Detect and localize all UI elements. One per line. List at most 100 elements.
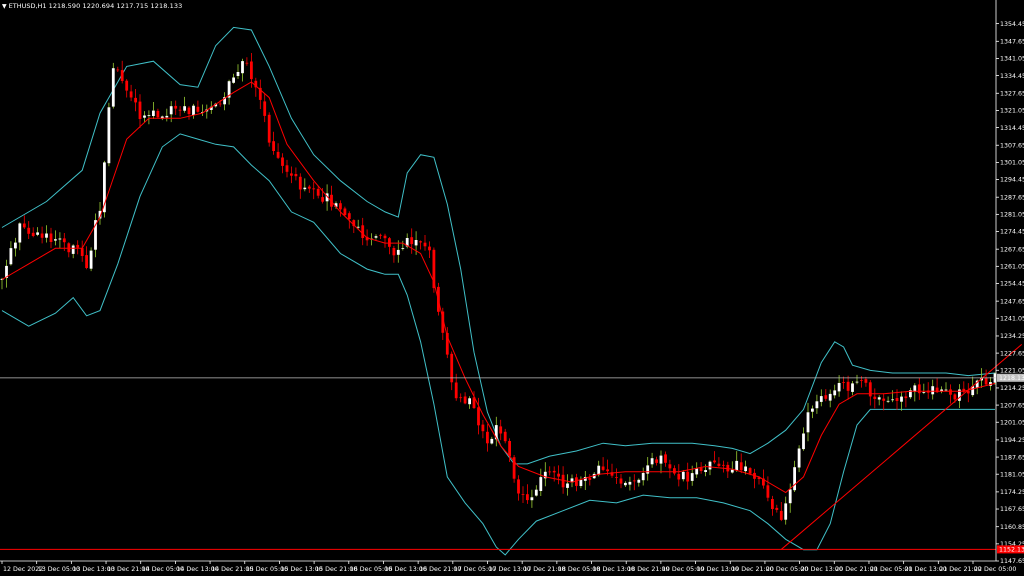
support-price-label: 1152.135 — [999, 547, 1024, 554]
candle-body — [125, 80, 129, 91]
candle-body — [22, 223, 26, 228]
candle-body — [463, 396, 467, 404]
candle-body — [530, 497, 534, 501]
candle-body — [917, 384, 921, 394]
candle-body — [374, 236, 378, 238]
candle-body — [744, 466, 747, 472]
price-chart[interactable]: 1354.450 1347.650 1341.050 1334.450 1327.650… — [0, 0, 1024, 576]
price-tick-label: 1247.650 — [1000, 298, 1024, 305]
candle-body — [819, 396, 823, 402]
candle-body — [392, 248, 396, 256]
candle-body — [80, 248, 84, 256]
candle-body — [637, 479, 641, 483]
candle-body — [846, 381, 850, 391]
candle-body — [802, 433, 805, 450]
candle-body — [534, 489, 538, 496]
price-tick-label: 1281.050 — [1000, 212, 1024, 219]
candle-body — [459, 397, 463, 399]
candle-body — [517, 479, 520, 494]
price-tick-label: 1227.650 — [1000, 350, 1024, 357]
price-tick-label: 1147.650 — [1000, 558, 1024, 565]
candle-body — [307, 186, 311, 189]
candle-body — [766, 485, 770, 498]
candle-body — [793, 467, 796, 491]
price-tick-label: 1174.250 — [1000, 489, 1024, 496]
candle-body — [316, 188, 320, 196]
price-tick-label: 1267.650 — [1000, 246, 1024, 253]
candle-body — [824, 395, 828, 399]
price-tick-label: 1194.250 — [1000, 437, 1024, 444]
candle-body — [673, 468, 676, 474]
candle-body — [931, 386, 935, 395]
candle-body — [730, 469, 734, 473]
candle-body — [267, 114, 271, 143]
candle-body — [138, 101, 142, 119]
chart-window[interactable]: 1354.450 1347.650 1341.050 1334.450 1327.650… — [0, 0, 1024, 576]
candle-body — [784, 503, 788, 520]
candle-body — [347, 213, 351, 219]
candle-body — [477, 407, 480, 426]
candle-body — [67, 243, 71, 253]
chart-ohlc-values: 1218.590 1220.694 1217.715 1218.133 — [48, 2, 183, 10]
time-axis[interactable]: 12 Dec 202213 Dec 05:0013 Dec 13:0013 De… — [0, 560, 1016, 573]
candle-body — [18, 223, 22, 243]
candle-body — [401, 248, 405, 249]
candle-body — [797, 448, 801, 468]
candle-body — [699, 467, 703, 471]
candle-body — [356, 226, 360, 228]
candle-body — [508, 441, 511, 457]
candle-body — [281, 157, 284, 166]
candle-body — [129, 91, 133, 98]
candle-body — [704, 470, 707, 472]
current-price-label: 1218.133 — [999, 375, 1024, 382]
price-tick-label: 1261.050 — [1000, 264, 1024, 271]
candle-body — [686, 471, 690, 482]
candle-body — [58, 238, 62, 240]
bollinger-lower-band — [1, 133, 995, 556]
candle-body — [641, 473, 645, 481]
candle-body — [89, 250, 93, 269]
candle-body — [165, 115, 169, 118]
candle-body — [36, 232, 39, 235]
candle-body — [183, 106, 186, 111]
candle-body — [891, 399, 894, 401]
candle-body — [111, 68, 115, 107]
candle-body — [944, 389, 948, 391]
candle-body — [272, 141, 275, 151]
candle-body — [713, 460, 716, 463]
candle-body — [54, 239, 57, 241]
candle-body — [468, 398, 471, 405]
candle-body — [615, 477, 618, 478]
candle-body — [552, 470, 556, 473]
price-tick-label: 1201.050 — [1000, 419, 1024, 426]
candle-body — [619, 478, 623, 484]
candle-body — [71, 245, 75, 254]
candle-body — [388, 238, 391, 247]
candle-body — [379, 234, 382, 236]
chart-header[interactable]: ▼ ETHUSD,H1 1218.590 1220.694 1217.715 1… — [2, 1, 182, 12]
candle-body — [864, 379, 868, 383]
price-axis[interactable]: 1354.450 1347.650 1341.050 1334.450 1327.650… — [995, 0, 1024, 565]
price-tick-label: 1321.050 — [1000, 108, 1024, 115]
candle-body — [499, 426, 503, 434]
candle-body — [588, 477, 592, 480]
candle-body — [690, 473, 694, 481]
candle-body — [953, 394, 957, 400]
candle-body — [245, 62, 249, 64]
candle-body — [454, 382, 458, 399]
candle-body — [419, 241, 422, 243]
candle-body — [873, 396, 877, 399]
bollinger-upper-band — [1, 26, 996, 465]
chart-menu-arrow-icon[interactable]: ▼ — [2, 1, 7, 12]
candle-body — [14, 242, 17, 249]
candle-body — [481, 424, 485, 432]
price-tick-label: 1347.650 — [1000, 39, 1024, 46]
candle-body — [423, 242, 427, 247]
price-tick-label: 1214.250 — [1000, 385, 1024, 392]
price-tick-label: 1274.450 — [1000, 229, 1024, 236]
candle-body — [949, 389, 952, 395]
candle-body — [664, 454, 667, 463]
price-tick-label: 1294.450 — [1000, 177, 1024, 184]
trendline[interactable] — [780, 344, 1023, 550]
candle-body — [521, 494, 525, 495]
